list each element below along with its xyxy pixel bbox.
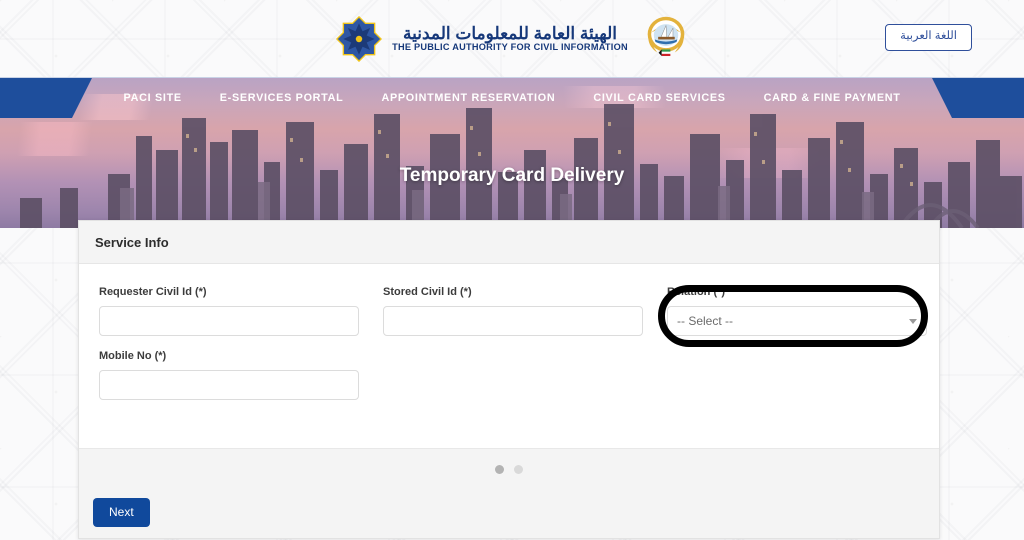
step-dot-2[interactable] bbox=[514, 465, 523, 474]
card-header-title: Service Info bbox=[95, 235, 169, 250]
brand-name-arabic: الهيئة العامة للمعلومات المدنية bbox=[403, 23, 617, 43]
label-mobile-no: Mobile No (*) bbox=[99, 350, 167, 362]
field-stored-civil-id: Stored Civil Id (*) bbox=[383, 286, 643, 336]
next-button[interactable]: Next bbox=[93, 498, 150, 527]
label-stored-civil-id: Stored Civil Id (*) bbox=[383, 286, 472, 298]
field-requester-civil-id: Requester Civil Id (*) bbox=[99, 286, 359, 336]
field-relation: Relation (*) -- Select -- bbox=[667, 286, 927, 336]
nav-item-civil-card-services[interactable]: CIVIL CARD SERVICES bbox=[574, 92, 744, 104]
card-header: Service Info bbox=[79, 221, 939, 264]
field-mobile-no: Mobile No (*) bbox=[99, 350, 359, 400]
paci-star-emblem-icon bbox=[336, 15, 383, 62]
input-requester-civil-id[interactable] bbox=[99, 306, 359, 336]
card-footer: Next bbox=[79, 448, 939, 538]
brand-logo-group[interactable]: الهيئة العامة للمعلومات المدنية THE PUBL… bbox=[336, 15, 688, 63]
label-requester-civil-id: Requester Civil Id (*) bbox=[99, 286, 207, 298]
brand-logo-text: الهيئة العامة للمعلومات المدنية THE PUBL… bbox=[392, 25, 628, 52]
nav-item-appointment-reservation[interactable]: APPOINTMENT RESERVATION bbox=[362, 92, 574, 104]
nav-item-e-services-portal[interactable]: E-SERVICES PORTAL bbox=[201, 92, 363, 104]
page-title: Temporary Card Delivery bbox=[399, 165, 625, 186]
service-info-card: Service Info Requester Civil Id (*) Stor… bbox=[78, 220, 940, 539]
brand-name-english: THE PUBLIC AUTHORITY FOR CIVIL INFORMATI… bbox=[392, 41, 628, 52]
form-row-1: Requester Civil Id (*) Stored Civil Id (… bbox=[99, 286, 927, 336]
step-dot-1[interactable] bbox=[495, 465, 504, 474]
card-body: Requester Civil Id (*) Stored Civil Id (… bbox=[79, 264, 939, 448]
input-stored-civil-id[interactable] bbox=[383, 306, 643, 336]
input-mobile-no[interactable] bbox=[99, 370, 359, 400]
language-toggle-button[interactable]: اللغة العربية bbox=[885, 24, 972, 51]
nav-item-paci-site[interactable]: PACI SITE bbox=[104, 92, 200, 104]
form-row-2: Mobile No (*) bbox=[99, 350, 919, 400]
step-indicator bbox=[79, 465, 939, 474]
site-header: الهيئة العامة للمعلومات المدنية THE PUBL… bbox=[0, 0, 1024, 78]
nav-item-card-and-fine-payment[interactable]: CARD & FINE PAYMENT bbox=[745, 92, 920, 104]
select-relation[interactable]: -- Select -- bbox=[667, 306, 927, 336]
main-navigation: PACI SITE E-SERVICES PORTAL APPOINTMENT … bbox=[0, 78, 1024, 118]
kuwait-state-emblem-icon bbox=[647, 16, 685, 56]
label-relation: Relation (*) bbox=[667, 286, 726, 298]
